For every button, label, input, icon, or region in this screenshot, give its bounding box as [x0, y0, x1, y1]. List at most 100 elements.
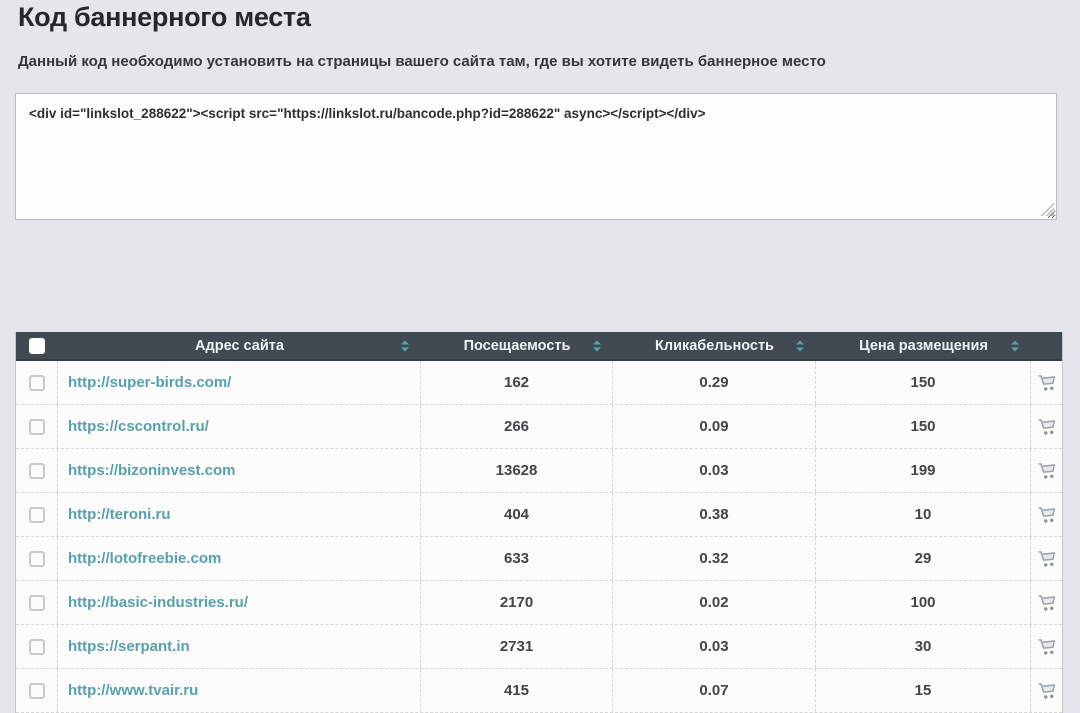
header-address-label: Адрес сайта: [195, 338, 284, 354]
page-title: Код баннерного места: [18, 2, 311, 33]
header-clickability[interactable]: Кликабельность: [613, 332, 816, 359]
row-address-cell: http://www.tvair.ru: [58, 669, 421, 712]
row-address-cell: https://serpant.in: [58, 625, 421, 668]
row-check-cell: [16, 449, 58, 492]
row-check-cell: [16, 361, 58, 404]
price-value: 29: [816, 537, 1031, 580]
site-link[interactable]: https://bizoninvest.com: [68, 462, 236, 479]
select-all-checkbox[interactable]: [29, 338, 45, 354]
header-address[interactable]: Адрес сайта: [58, 332, 421, 359]
clickability-value: 0.07: [613, 669, 816, 712]
sort-arrows-icon[interactable]: [401, 340, 409, 351]
add-to-cart-button[interactable]: [1037, 505, 1058, 524]
shopping-cart-icon: [1036, 636, 1059, 657]
row-checkbox[interactable]: [29, 463, 45, 479]
row-checkbox[interactable]: [29, 419, 45, 435]
page-description: Данный код необходимо установить на стра…: [18, 53, 826, 70]
sort-arrows-icon[interactable]: [593, 340, 601, 351]
table-row: http://lotofreebie.com 633 0.32 29: [16, 537, 1062, 581]
row-cart-cell: [1031, 537, 1064, 580]
table-row: http://super-birds.com/ 162 0.29 150: [16, 361, 1062, 405]
traffic-value: 415: [421, 669, 613, 712]
site-link[interactable]: http://super-birds.com/: [68, 374, 231, 391]
banner-code-page: { "page": { "title": "Код баннерного мес…: [0, 0, 1080, 713]
row-checkbox[interactable]: [29, 595, 45, 611]
shopping-cart-icon: [1036, 372, 1059, 393]
header-clickability-label: Кликабельность: [655, 338, 774, 354]
shopping-cart-icon: [1036, 416, 1059, 437]
add-to-cart-button[interactable]: [1037, 637, 1058, 656]
clickability-value: 0.09: [613, 405, 816, 448]
site-link[interactable]: https://serpant.in: [68, 638, 190, 655]
header-select-all-cell: [16, 332, 58, 359]
row-address-cell: http://lotofreebie.com: [58, 537, 421, 580]
shopping-cart-icon: [1036, 504, 1059, 525]
row-cart-cell: [1031, 625, 1064, 668]
row-checkbox[interactable]: [29, 375, 45, 391]
row-check-cell: [16, 405, 58, 448]
site-link[interactable]: http://basic-industries.ru/: [68, 594, 248, 611]
row-check-cell: [16, 537, 58, 580]
clickability-value: 0.38: [613, 493, 816, 536]
table-row: https://cscontrol.ru/ 266 0.09 150: [16, 405, 1062, 449]
shopping-cart-icon: [1036, 460, 1059, 481]
traffic-value: 633: [421, 537, 613, 580]
header-traffic-label: Посещаемость: [464, 338, 571, 354]
clickability-value: 0.32: [613, 537, 816, 580]
row-checkbox[interactable]: [29, 639, 45, 655]
row-checkbox[interactable]: [29, 507, 45, 523]
row-address-cell: http://super-birds.com/: [58, 361, 421, 404]
add-to-cart-button[interactable]: [1037, 373, 1058, 392]
traffic-value: 404: [421, 493, 613, 536]
price-value: 150: [816, 361, 1031, 404]
table-row: https://serpant.in 2731 0.03 30: [16, 625, 1062, 669]
table-row: https://bizoninvest.com 13628 0.03 199: [16, 449, 1062, 493]
site-link[interactable]: http://teroni.ru: [68, 506, 170, 523]
row-cart-cell: [1031, 361, 1064, 404]
add-to-cart-button[interactable]: [1037, 461, 1058, 480]
price-value: 150: [816, 405, 1031, 448]
row-address-cell: https://bizoninvest.com: [58, 449, 421, 492]
price-value: 10: [816, 493, 1031, 536]
row-address-cell: https://cscontrol.ru/: [58, 405, 421, 448]
row-address-cell: http://basic-industries.ru/: [58, 581, 421, 624]
clickability-value: 0.03: [613, 449, 816, 492]
clickability-value: 0.03: [613, 625, 816, 668]
header-traffic[interactable]: Посещаемость: [421, 332, 613, 359]
row-check-cell: [16, 493, 58, 536]
row-checkbox[interactable]: [29, 683, 45, 699]
table-body: http://super-birds.com/ 162 0.29 150 htt…: [16, 361, 1062, 713]
row-cart-cell: [1031, 405, 1064, 448]
add-to-cart-button[interactable]: [1037, 417, 1058, 436]
row-check-cell: [16, 581, 58, 624]
row-cart-cell: [1031, 449, 1064, 492]
table-row: http://teroni.ru 404 0.38 10: [16, 493, 1062, 537]
row-cart-cell: [1031, 493, 1064, 536]
site-link[interactable]: https://cscontrol.ru/: [68, 418, 209, 435]
row-check-cell: [16, 625, 58, 668]
row-checkbox[interactable]: [29, 551, 45, 567]
shopping-cart-icon: [1036, 592, 1059, 613]
row-cart-cell: [1031, 669, 1064, 712]
add-to-cart-button[interactable]: [1037, 681, 1058, 700]
price-value: 30: [816, 625, 1031, 668]
shopping-cart-icon: [1036, 548, 1059, 569]
price-value: 15: [816, 669, 1031, 712]
add-to-cart-button[interactable]: [1037, 549, 1058, 568]
banner-code-textarea[interactable]: <div id="linkslot_288622"><script src="h…: [15, 93, 1057, 220]
row-check-cell: [16, 669, 58, 712]
site-link[interactable]: http://www.tvair.ru: [68, 682, 198, 699]
sort-arrows-icon[interactable]: [1011, 340, 1019, 351]
row-address-cell: http://teroni.ru: [58, 493, 421, 536]
traffic-value: 13628: [421, 449, 613, 492]
price-value: 199: [816, 449, 1031, 492]
add-to-cart-button[interactable]: [1037, 593, 1058, 612]
site-link[interactable]: http://lotofreebie.com: [68, 550, 221, 567]
shopping-cart-icon: [1036, 680, 1059, 701]
traffic-value: 2731: [421, 625, 613, 668]
sort-arrows-icon[interactable]: [796, 340, 804, 351]
clickability-value: 0.02: [613, 581, 816, 624]
table-row: http://www.tvair.ru 415 0.07 15: [16, 669, 1062, 713]
header-price[interactable]: Цена размещения: [816, 332, 1031, 359]
sites-table: Адрес сайта Посещаемость Кликабельность …: [15, 332, 1063, 713]
